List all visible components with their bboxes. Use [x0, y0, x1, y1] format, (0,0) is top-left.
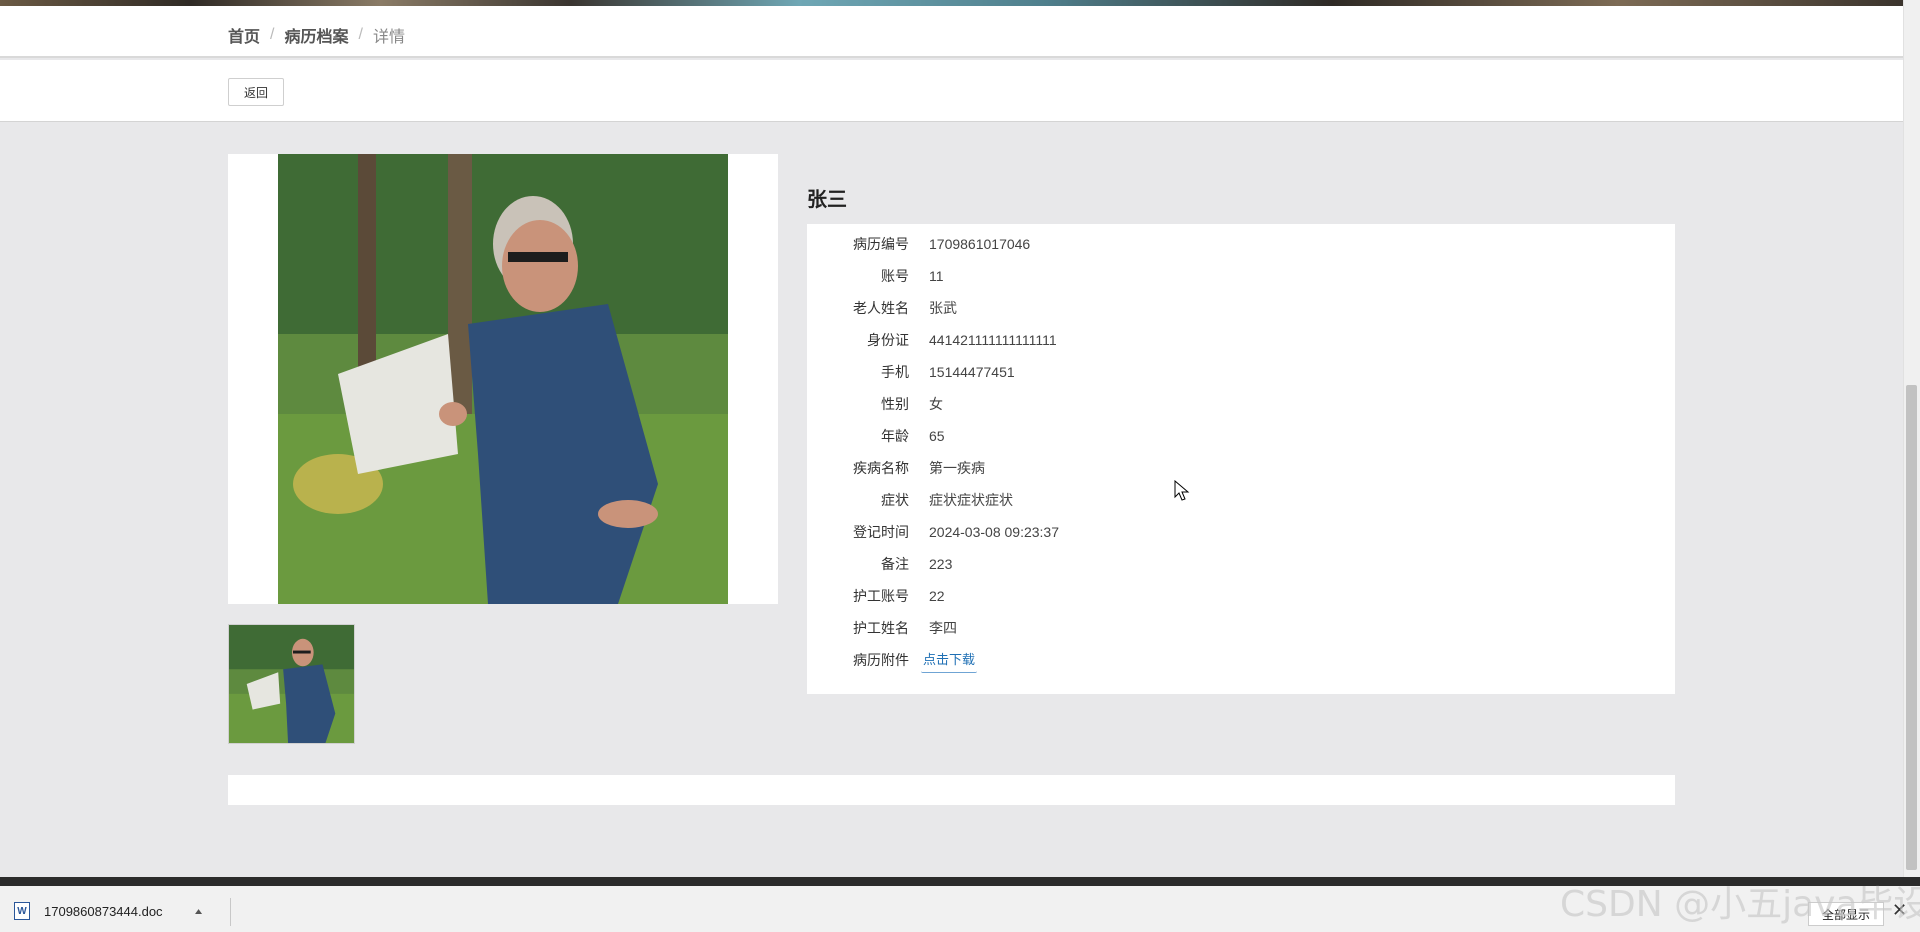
field-label: 病历附件 [853, 652, 909, 668]
action-bar: 返回 [0, 60, 1903, 122]
breadcrumb-current: 详情 [372, 29, 405, 46]
breadcrumb-records[interactable]: 病历档案 [284, 23, 348, 47]
record-detail-card: 病历编号 1709861017046 账号 11 老人姓名 张武 身份证 441… [807, 224, 1675, 694]
breadcrumb-home[interactable]: 首页 [228, 23, 260, 47]
field-value: 15144477451 [929, 364, 1015, 380]
field-value: 症状症状症状 [929, 492, 1013, 508]
field-symptoms: 症状 症状症状症状 [807, 484, 1675, 516]
field-caregiver-name: 护工姓名 李四 [807, 612, 1675, 644]
close-icon[interactable]: ✕ [1892, 900, 1907, 921]
field-value: 女 [929, 396, 943, 412]
field-label: 疾病名称 [853, 460, 909, 476]
field-record-number: 病历编号 1709861017046 [807, 228, 1675, 260]
download-attachment-link[interactable]: 点击下载 [921, 647, 978, 673]
patient-photo [278, 154, 728, 604]
field-label: 老人姓名 [853, 300, 909, 316]
field-value: 2024-03-08 09:23:37 [929, 524, 1059, 540]
field-label: 身份证 [867, 332, 909, 348]
bottom-panel [228, 775, 1675, 805]
breadcrumb-separator: / [358, 26, 363, 43]
field-value: 第一疾病 [929, 460, 985, 476]
field-label: 症状 [881, 492, 909, 508]
field-label: 年龄 [881, 428, 909, 444]
download-item[interactable]: W 1709860873444.doc ▲ [14, 896, 204, 926]
field-label: 病历编号 [853, 236, 909, 252]
chevron-up-icon[interactable]: ▲ [193, 906, 205, 916]
breadcrumb-bar: 首页 / 病历档案 / 详情 [0, 6, 1903, 58]
field-label: 手机 [881, 364, 909, 380]
field-age: 年龄 65 [807, 420, 1675, 452]
field-value: 张武 [929, 300, 957, 316]
field-label: 登记时间 [853, 524, 909, 540]
field-label: 备注 [881, 556, 909, 572]
field-value: 441421111111111111 [929, 332, 1057, 348]
image-gallery [228, 154, 778, 604]
field-value: 223 [929, 556, 953, 572]
breadcrumb: 首页 / 病历档案 / 详情 [228, 23, 405, 47]
field-label: 账号 [881, 268, 909, 284]
field-caregiver-account: 护工账号 22 [807, 580, 1675, 612]
photo-thumbnail[interactable] [228, 624, 355, 744]
patient-name-title: 张三 [807, 189, 847, 211]
field-gender: 性别 女 [807, 388, 1675, 420]
field-value: 65 [929, 428, 945, 444]
field-elder-name: 老人姓名 张武 [807, 292, 1675, 324]
download-file-name: 1709860873444.doc [44, 903, 163, 919]
back-button[interactable]: 返回 [228, 78, 284, 106]
field-id-card: 身份证 441421111111111111 [807, 324, 1675, 356]
field-label: 护工账号 [853, 588, 909, 604]
breadcrumb-separator: / [270, 26, 275, 43]
field-value: 11 [929, 268, 944, 284]
field-value: 1709861017046 [929, 236, 1031, 252]
divider [230, 898, 231, 926]
show-all-button[interactable]: 全部显示 [1808, 902, 1884, 926]
field-label: 性别 [881, 396, 909, 412]
field-account: 账号 11 [807, 260, 1675, 292]
field-attachment: 病历附件 点击下载 [807, 644, 1675, 676]
field-label: 护工姓名 [853, 620, 909, 636]
field-registered-time: 登记时间 2024-03-08 09:23:37 [807, 516, 1675, 548]
field-value: 22 [929, 588, 945, 604]
browser-download-bar: W 1709860873444.doc ▲ 全部显示 ✕ [0, 877, 1920, 932]
word-doc-icon: W [14, 902, 30, 920]
field-phone: 手机 15144477451 [807, 356, 1675, 388]
field-disease-name: 疾病名称 第一疾病 [807, 452, 1675, 484]
mouse-cursor-icon [1174, 480, 1190, 501]
field-value: 李四 [929, 620, 957, 636]
field-notes: 备注 223 [807, 548, 1675, 580]
scrollbar-thumb[interactable] [1906, 385, 1917, 870]
